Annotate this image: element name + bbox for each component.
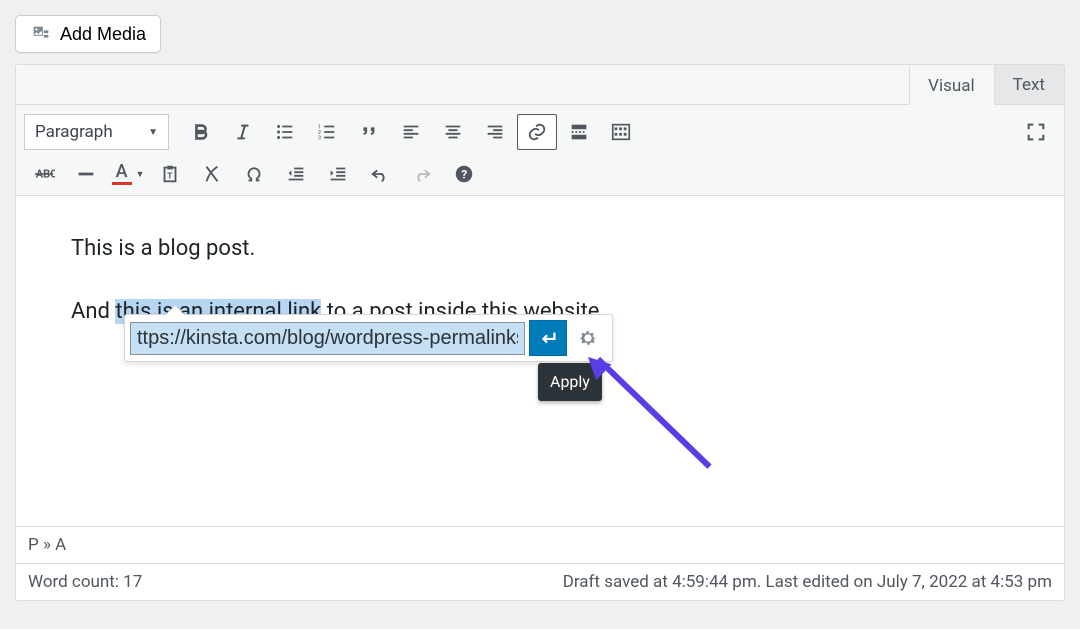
link-inline-toolbar: Apply — [124, 314, 613, 362]
indent-button[interactable] — [318, 156, 358, 192]
svg-text:?: ? — [461, 168, 467, 182]
format-select-label: Paragraph — [35, 122, 113, 142]
align-center-button[interactable] — [433, 114, 473, 150]
align-right-button[interactable] — [475, 114, 515, 150]
element-path[interactable]: P » A — [16, 526, 1064, 563]
strikethrough-button[interactable]: ABC — [24, 156, 64, 192]
horizontal-rule-button[interactable] — [66, 156, 106, 192]
paragraph-1: This is a blog post. — [71, 231, 1009, 266]
add-media-button[interactable]: Add Media — [15, 15, 161, 53]
apply-link-button[interactable] — [529, 320, 567, 356]
status-bar: Word count: 17 Draft saved at 4:59:44 pm… — [16, 563, 1064, 600]
read-more-button[interactable] — [559, 114, 599, 150]
annotation-arrow — [596, 357, 712, 469]
add-media-label: Add Media — [60, 24, 146, 45]
text-color-button[interactable]: A ▼ — [108, 156, 148, 192]
editor-content[interactable]: This is a blog post. And this is an inte… — [16, 196, 1064, 526]
undo-button[interactable] — [360, 156, 400, 192]
tab-visual[interactable]: Visual — [909, 66, 993, 105]
word-count: Word count: 17 — [28, 572, 142, 592]
svg-text:T: T — [167, 172, 172, 182]
gear-icon — [577, 327, 599, 349]
fullscreen-button[interactable] — [1016, 114, 1056, 150]
tab-text[interactable]: Text — [994, 65, 1064, 104]
save-status: Draft saved at 4:59:44 pm. Last edited o… — [563, 572, 1052, 592]
align-left-button[interactable] — [391, 114, 431, 150]
italic-button[interactable] — [223, 114, 263, 150]
blockquote-button[interactable] — [349, 114, 389, 150]
toolbar: Paragraph ▼ 123 ABC — [16, 105, 1064, 196]
link-settings-button[interactable] — [569, 320, 607, 356]
toolbar-toggle-button[interactable] — [601, 114, 641, 150]
format-select[interactable]: Paragraph ▼ — [24, 114, 169, 150]
bulleted-list-button[interactable] — [265, 114, 305, 150]
link-url-input[interactable] — [130, 322, 525, 355]
media-icon — [30, 23, 52, 45]
enter-icon — [537, 327, 559, 349]
chevron-down-icon: ▼ — [148, 127, 158, 138]
bold-button[interactable] — [181, 114, 221, 150]
paste-plain-button[interactable]: T — [150, 156, 190, 192]
editor-box: Visual Text Paragraph ▼ 123 — [15, 64, 1065, 601]
redo-button[interactable] — [402, 156, 442, 192]
chevron-down-icon: ▼ — [136, 169, 145, 180]
svg-text:3: 3 — [318, 135, 321, 141]
clear-formatting-button[interactable] — [192, 156, 232, 192]
editor-tabs: Visual Text — [16, 65, 1064, 105]
outdent-button[interactable] — [276, 156, 316, 192]
insert-link-button[interactable] — [517, 114, 557, 150]
special-character-button[interactable] — [234, 156, 274, 192]
help-button[interactable]: ? — [444, 156, 484, 192]
numbered-list-button[interactable]: 123 — [307, 114, 347, 150]
